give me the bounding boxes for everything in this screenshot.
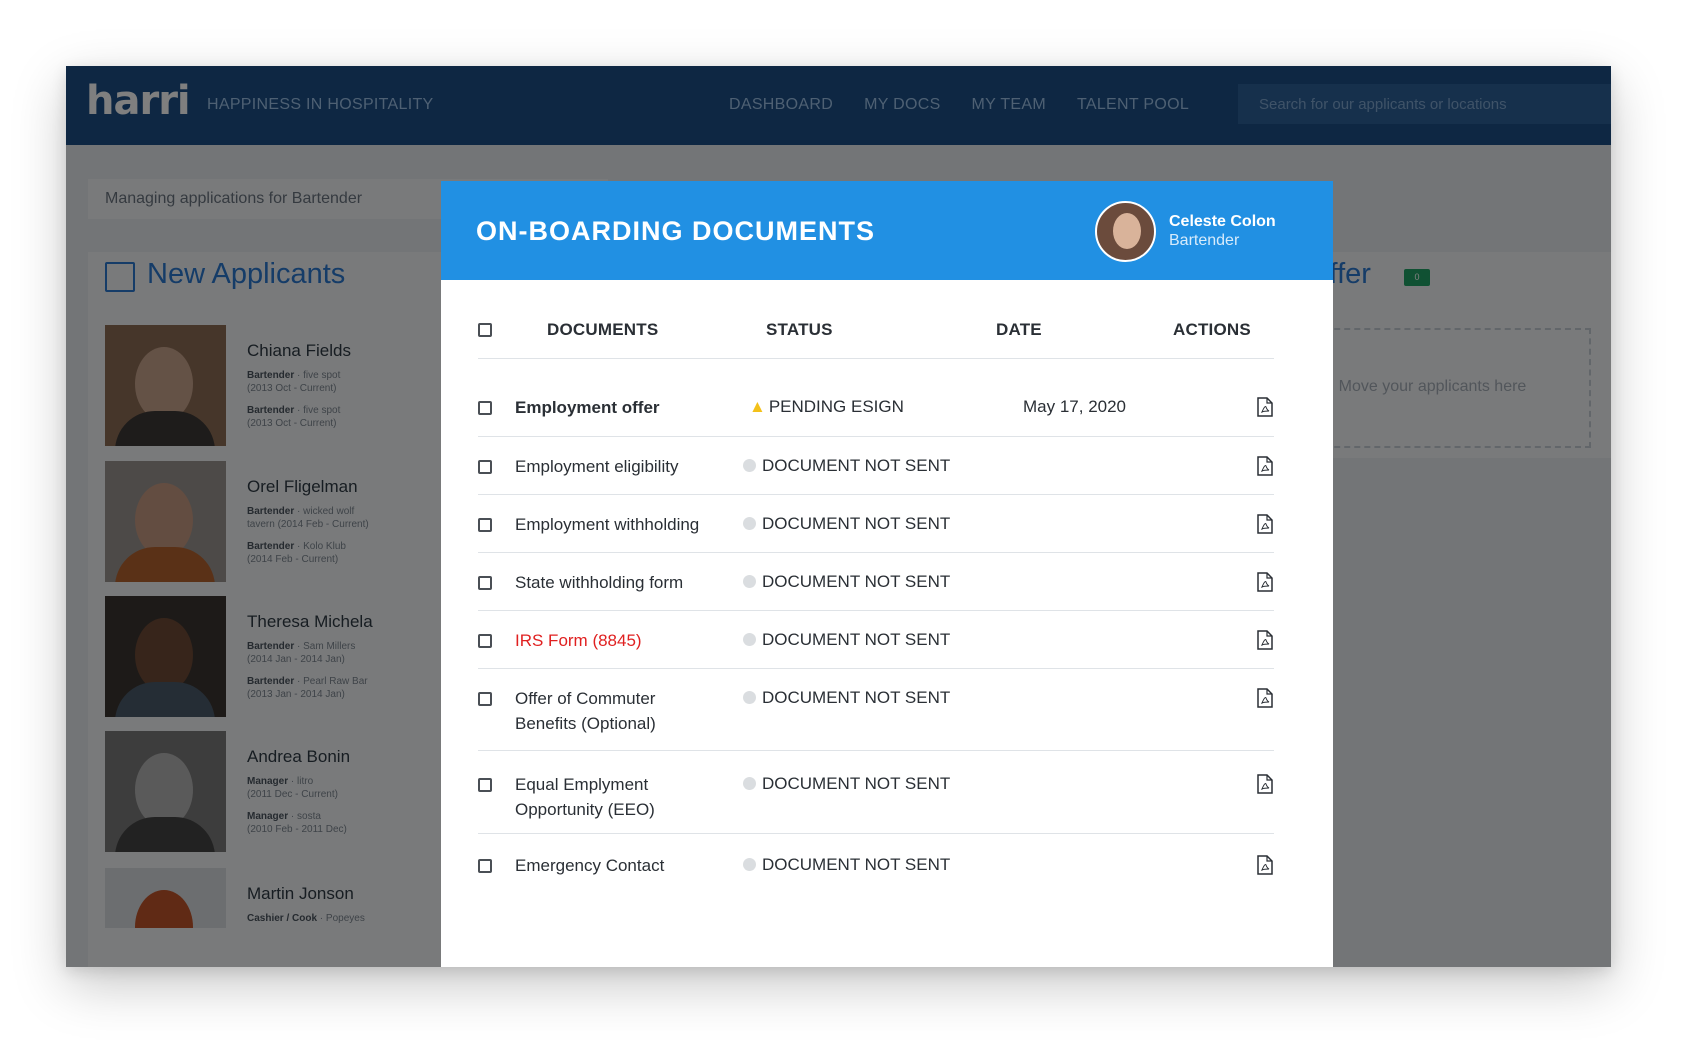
- status-dot: [743, 459, 756, 472]
- row-checkbox[interactable]: [478, 401, 492, 415]
- warning-icon: ▲: [749, 397, 766, 416]
- modal-header: ON-BOARDING DOCUMENTS Celeste Colon Bart…: [441, 181, 1333, 280]
- document-name: Employment eligibility: [515, 457, 679, 476]
- table-row: Employment withholding DOCUMENT NOT SENT: [478, 496, 1274, 553]
- select-all-checkbox[interactable]: [478, 323, 492, 337]
- document-status: DOCUMENT NOT SENT: [743, 855, 950, 875]
- document-name: Equal Emplyment Opportunity (EEO): [515, 775, 655, 819]
- modal-title: ON-BOARDING DOCUMENTS: [476, 216, 875, 246]
- document-status: DOCUMENT NOT SENT: [743, 514, 950, 534]
- document-status: DOCUMENT NOT SENT: [743, 456, 950, 476]
- table-row: IRS Form (8845) DOCUMENT NOT SENT: [478, 612, 1274, 669]
- pdf-file-icon[interactable]: [1257, 514, 1273, 534]
- row-checkbox[interactable]: [478, 778, 492, 792]
- row-checkbox[interactable]: [478, 692, 492, 706]
- row-checkbox[interactable]: [478, 518, 492, 532]
- document-status: DOCUMENT NOT SENT: [743, 688, 950, 708]
- document-status: ▲ PENDING ESIGN: [749, 397, 904, 416]
- column-status: STATUS: [766, 320, 833, 339]
- column-actions: ACTIONS: [1173, 320, 1251, 339]
- row-checkbox[interactable]: [478, 576, 492, 590]
- document-date: May 17, 2020: [1023, 397, 1127, 416]
- document-name: State withholding form: [515, 573, 684, 592]
- table-row: Emergency Contact DOCUMENT NOT SENT: [478, 835, 1274, 899]
- document-name: Employment withholding: [515, 515, 700, 534]
- app-window: harri HAPPINESS IN HOSPITALITY DASHBOARD…: [66, 66, 1611, 967]
- status-dot: [743, 777, 756, 790]
- column-documents: DOCUMENTS: [547, 320, 659, 339]
- user-role: Bartender: [1169, 232, 1240, 249]
- row-checkbox[interactable]: [478, 634, 492, 648]
- table-row: State withholding form DOCUMENT NOT SENT: [478, 554, 1274, 611]
- pdf-file-icon[interactable]: [1257, 630, 1273, 650]
- document-status: DOCUMENT NOT SENT: [743, 630, 950, 650]
- column-date: DATE: [996, 320, 1042, 339]
- table-row: Equal Emplyment Opportunity (EEO) DOCUME…: [478, 752, 1274, 834]
- table-header: DOCUMENTS STATUS DATE ACTIONS: [478, 309, 1274, 359]
- user-avatar: [1095, 201, 1156, 262]
- table-row: Offer of Commuter Benefits (Optional) DO…: [478, 670, 1274, 751]
- pdf-file-icon[interactable]: [1257, 397, 1273, 417]
- status-dot: [743, 517, 756, 530]
- row-checkbox[interactable]: [478, 460, 492, 474]
- document-name: Employment offer: [515, 398, 660, 417]
- status-dot: [743, 858, 756, 871]
- document-name: Emergency Contact: [515, 856, 665, 875]
- status-dot: [743, 691, 756, 704]
- pdf-file-icon[interactable]: [1257, 855, 1273, 875]
- table-row: Employment offer ▲ PENDING ESIGN May 17, …: [478, 379, 1274, 437]
- user-name: Celeste Colon: [1169, 213, 1276, 230]
- document-name: IRS Form (8845): [515, 631, 642, 650]
- document-status: DOCUMENT NOT SENT: [743, 572, 950, 592]
- table-row: Employment eligibility DOCUMENT NOT SENT: [478, 438, 1274, 495]
- pdf-file-icon[interactable]: [1257, 456, 1273, 476]
- onboarding-documents-modal: ON-BOARDING DOCUMENTS Celeste Colon Bart…: [441, 181, 1333, 967]
- pdf-file-icon[interactable]: [1257, 688, 1273, 708]
- row-checkbox[interactable]: [478, 859, 492, 873]
- status-dot: [743, 633, 756, 646]
- pdf-file-icon[interactable]: [1257, 774, 1273, 794]
- status-dot: [743, 575, 756, 588]
- document-name: Offer of Commuter Benefits (Optional): [515, 689, 656, 733]
- pdf-file-icon[interactable]: [1257, 572, 1273, 592]
- document-status: DOCUMENT NOT SENT: [743, 774, 950, 794]
